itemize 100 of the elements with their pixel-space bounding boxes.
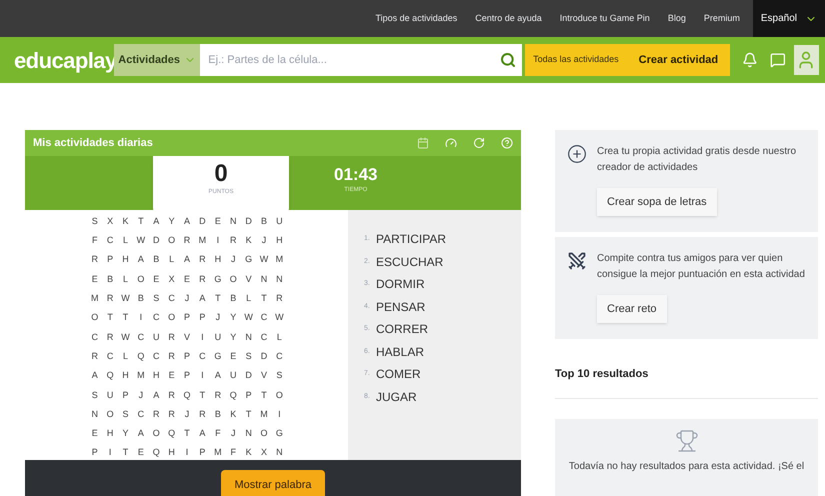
grid-letter[interactable]: H bbox=[272, 234, 288, 248]
grid-letter[interactable]: O bbox=[102, 408, 118, 422]
grid-letter[interactable]: T bbox=[133, 214, 149, 228]
grid-letter[interactable]: P bbox=[179, 350, 195, 364]
grid-letter[interactable]: J bbox=[210, 311, 226, 325]
grid-letter[interactable]: G bbox=[240, 253, 256, 267]
grid-letter[interactable]: T bbox=[118, 311, 134, 325]
grid-letter[interactable]: R bbox=[194, 253, 210, 267]
grid-letter[interactable]: T bbox=[102, 311, 118, 325]
grid-letter[interactable]: E bbox=[179, 272, 195, 286]
help-icon[interactable] bbox=[501, 137, 513, 149]
grid-letter[interactable]: P bbox=[194, 311, 210, 325]
grid-letter[interactable]: T bbox=[210, 292, 226, 306]
grid-letter[interactable]: B bbox=[226, 292, 241, 306]
grid-letter[interactable]: A bbox=[210, 369, 226, 383]
grid-letter[interactable]: R bbox=[87, 350, 102, 364]
top-link[interactable]: Centro de ayuda bbox=[466, 12, 551, 26]
reload-icon[interactable] bbox=[473, 137, 485, 149]
grid-letter[interactable]: G bbox=[272, 427, 288, 441]
grid-letter[interactable]: U bbox=[210, 330, 226, 344]
grid-letter[interactable]: W bbox=[133, 234, 149, 248]
grid-letter[interactable]: X bbox=[164, 272, 180, 286]
grid-letter[interactable]: O bbox=[272, 388, 288, 402]
grid-letter[interactable]: R bbox=[164, 330, 180, 344]
grid-letter[interactable]: E bbox=[226, 350, 241, 364]
grid-letter[interactable]: U bbox=[102, 388, 118, 402]
gauge-icon[interactable] bbox=[445, 137, 457, 149]
grid-letter[interactable]: D bbox=[240, 369, 256, 383]
grid-letter[interactable]: E bbox=[133, 446, 149, 460]
grid-letter[interactable]: L bbox=[118, 234, 134, 248]
grid-letter[interactable]: N bbox=[272, 446, 288, 460]
grid-letter[interactable]: B bbox=[210, 408, 226, 422]
grid-letter[interactable]: T bbox=[256, 388, 272, 402]
grid-letter[interactable]: T bbox=[194, 388, 210, 402]
grid-letter[interactable]: H bbox=[164, 446, 180, 460]
grid-letter[interactable]: K bbox=[240, 234, 256, 248]
grid-letter[interactable]: R bbox=[148, 408, 164, 422]
grid-letter[interactable]: B bbox=[102, 272, 118, 286]
grid-letter[interactable]: A bbox=[87, 369, 102, 383]
category-select[interactable]: Actividades bbox=[114, 44, 200, 76]
grid-letter[interactable]: R bbox=[194, 408, 210, 422]
card-button[interactable]: Crear sopa de letras bbox=[597, 188, 717, 216]
grid-letter[interactable]: P bbox=[240, 388, 256, 402]
grid-letter[interactable]: Y bbox=[118, 427, 134, 441]
grid-letter[interactable]: W bbox=[240, 311, 256, 325]
grid-letter[interactable]: H bbox=[118, 369, 134, 383]
grid-letter[interactable]: X bbox=[102, 214, 118, 228]
grid-letter[interactable]: S bbox=[87, 214, 102, 228]
grid-letter[interactable]: M bbox=[194, 234, 210, 248]
grid-letter[interactable]: C bbox=[272, 350, 288, 364]
grid-letter[interactable]: V bbox=[240, 272, 256, 286]
grid-letter[interactable]: H bbox=[210, 253, 226, 267]
grid-letter[interactable]: T bbox=[256, 292, 272, 306]
grid-letter[interactable]: C bbox=[256, 330, 272, 344]
grid-letter[interactable]: R bbox=[164, 408, 180, 422]
grid-letter[interactable]: O bbox=[164, 234, 180, 248]
grid-letter[interactable]: S bbox=[148, 292, 164, 306]
grid-letter[interactable]: F bbox=[210, 427, 226, 441]
top-link[interactable]: Blog bbox=[658, 12, 695, 26]
grid-letter[interactable]: R bbox=[164, 388, 180, 402]
grid-letter[interactable]: Y bbox=[226, 311, 241, 325]
grid-letter[interactable]: M bbox=[87, 292, 102, 306]
grid-letter[interactable]: J bbox=[226, 253, 241, 267]
grid-letter[interactable]: Q bbox=[133, 350, 149, 364]
grid-letter[interactable]: R bbox=[194, 272, 210, 286]
language-select[interactable]: Español bbox=[752, 0, 825, 37]
grid-letter[interactable]: I bbox=[194, 369, 210, 383]
grid-letter[interactable]: A bbox=[179, 253, 195, 267]
grid-letter[interactable]: Q bbox=[164, 427, 180, 441]
grid-letter[interactable]: D bbox=[240, 214, 256, 228]
grid-letter[interactable]: T bbox=[179, 427, 195, 441]
grid-letter[interactable]: E bbox=[164, 369, 180, 383]
grid-letter[interactable]: I bbox=[210, 234, 226, 248]
grid-letter[interactable]: L bbox=[164, 253, 180, 267]
grid-letter[interactable]: H bbox=[118, 253, 134, 267]
grid-letter[interactable]: R bbox=[102, 330, 118, 344]
grid-letter[interactable]: X bbox=[256, 446, 272, 460]
grid-letter[interactable]: S bbox=[87, 388, 102, 402]
grid-letter[interactable]: S bbox=[272, 369, 288, 383]
grid-letter[interactable]: D bbox=[256, 350, 272, 364]
grid-letter[interactable]: Q bbox=[102, 369, 118, 383]
grid-letter[interactable]: B bbox=[148, 253, 164, 267]
grid-letter[interactable]: C bbox=[148, 311, 164, 325]
grid-letter[interactable]: L bbox=[118, 350, 134, 364]
grid-letter[interactable]: E bbox=[87, 427, 102, 441]
grid-letter[interactable]: L bbox=[118, 272, 134, 286]
grid-letter[interactable]: E bbox=[148, 272, 164, 286]
card-button[interactable]: Crear reto bbox=[597, 295, 667, 323]
grid-letter[interactable]: H bbox=[102, 427, 118, 441]
create-activity-button[interactable]: Crear actividad bbox=[626, 44, 730, 76]
grid-letter[interactable]: R bbox=[102, 292, 118, 306]
grid-letter[interactable]: K bbox=[226, 408, 241, 422]
grid-letter[interactable]: G bbox=[210, 350, 226, 364]
bell-icon[interactable] bbox=[742, 52, 758, 68]
grid-letter[interactable]: I bbox=[179, 446, 195, 460]
grid-letter[interactable]: I bbox=[194, 330, 210, 344]
grid-letter[interactable]: A bbox=[133, 427, 149, 441]
grid-letter[interactable]: R bbox=[210, 388, 226, 402]
grid-letter[interactable]: W bbox=[118, 292, 134, 306]
grid-letter[interactable]: O bbox=[87, 311, 102, 325]
